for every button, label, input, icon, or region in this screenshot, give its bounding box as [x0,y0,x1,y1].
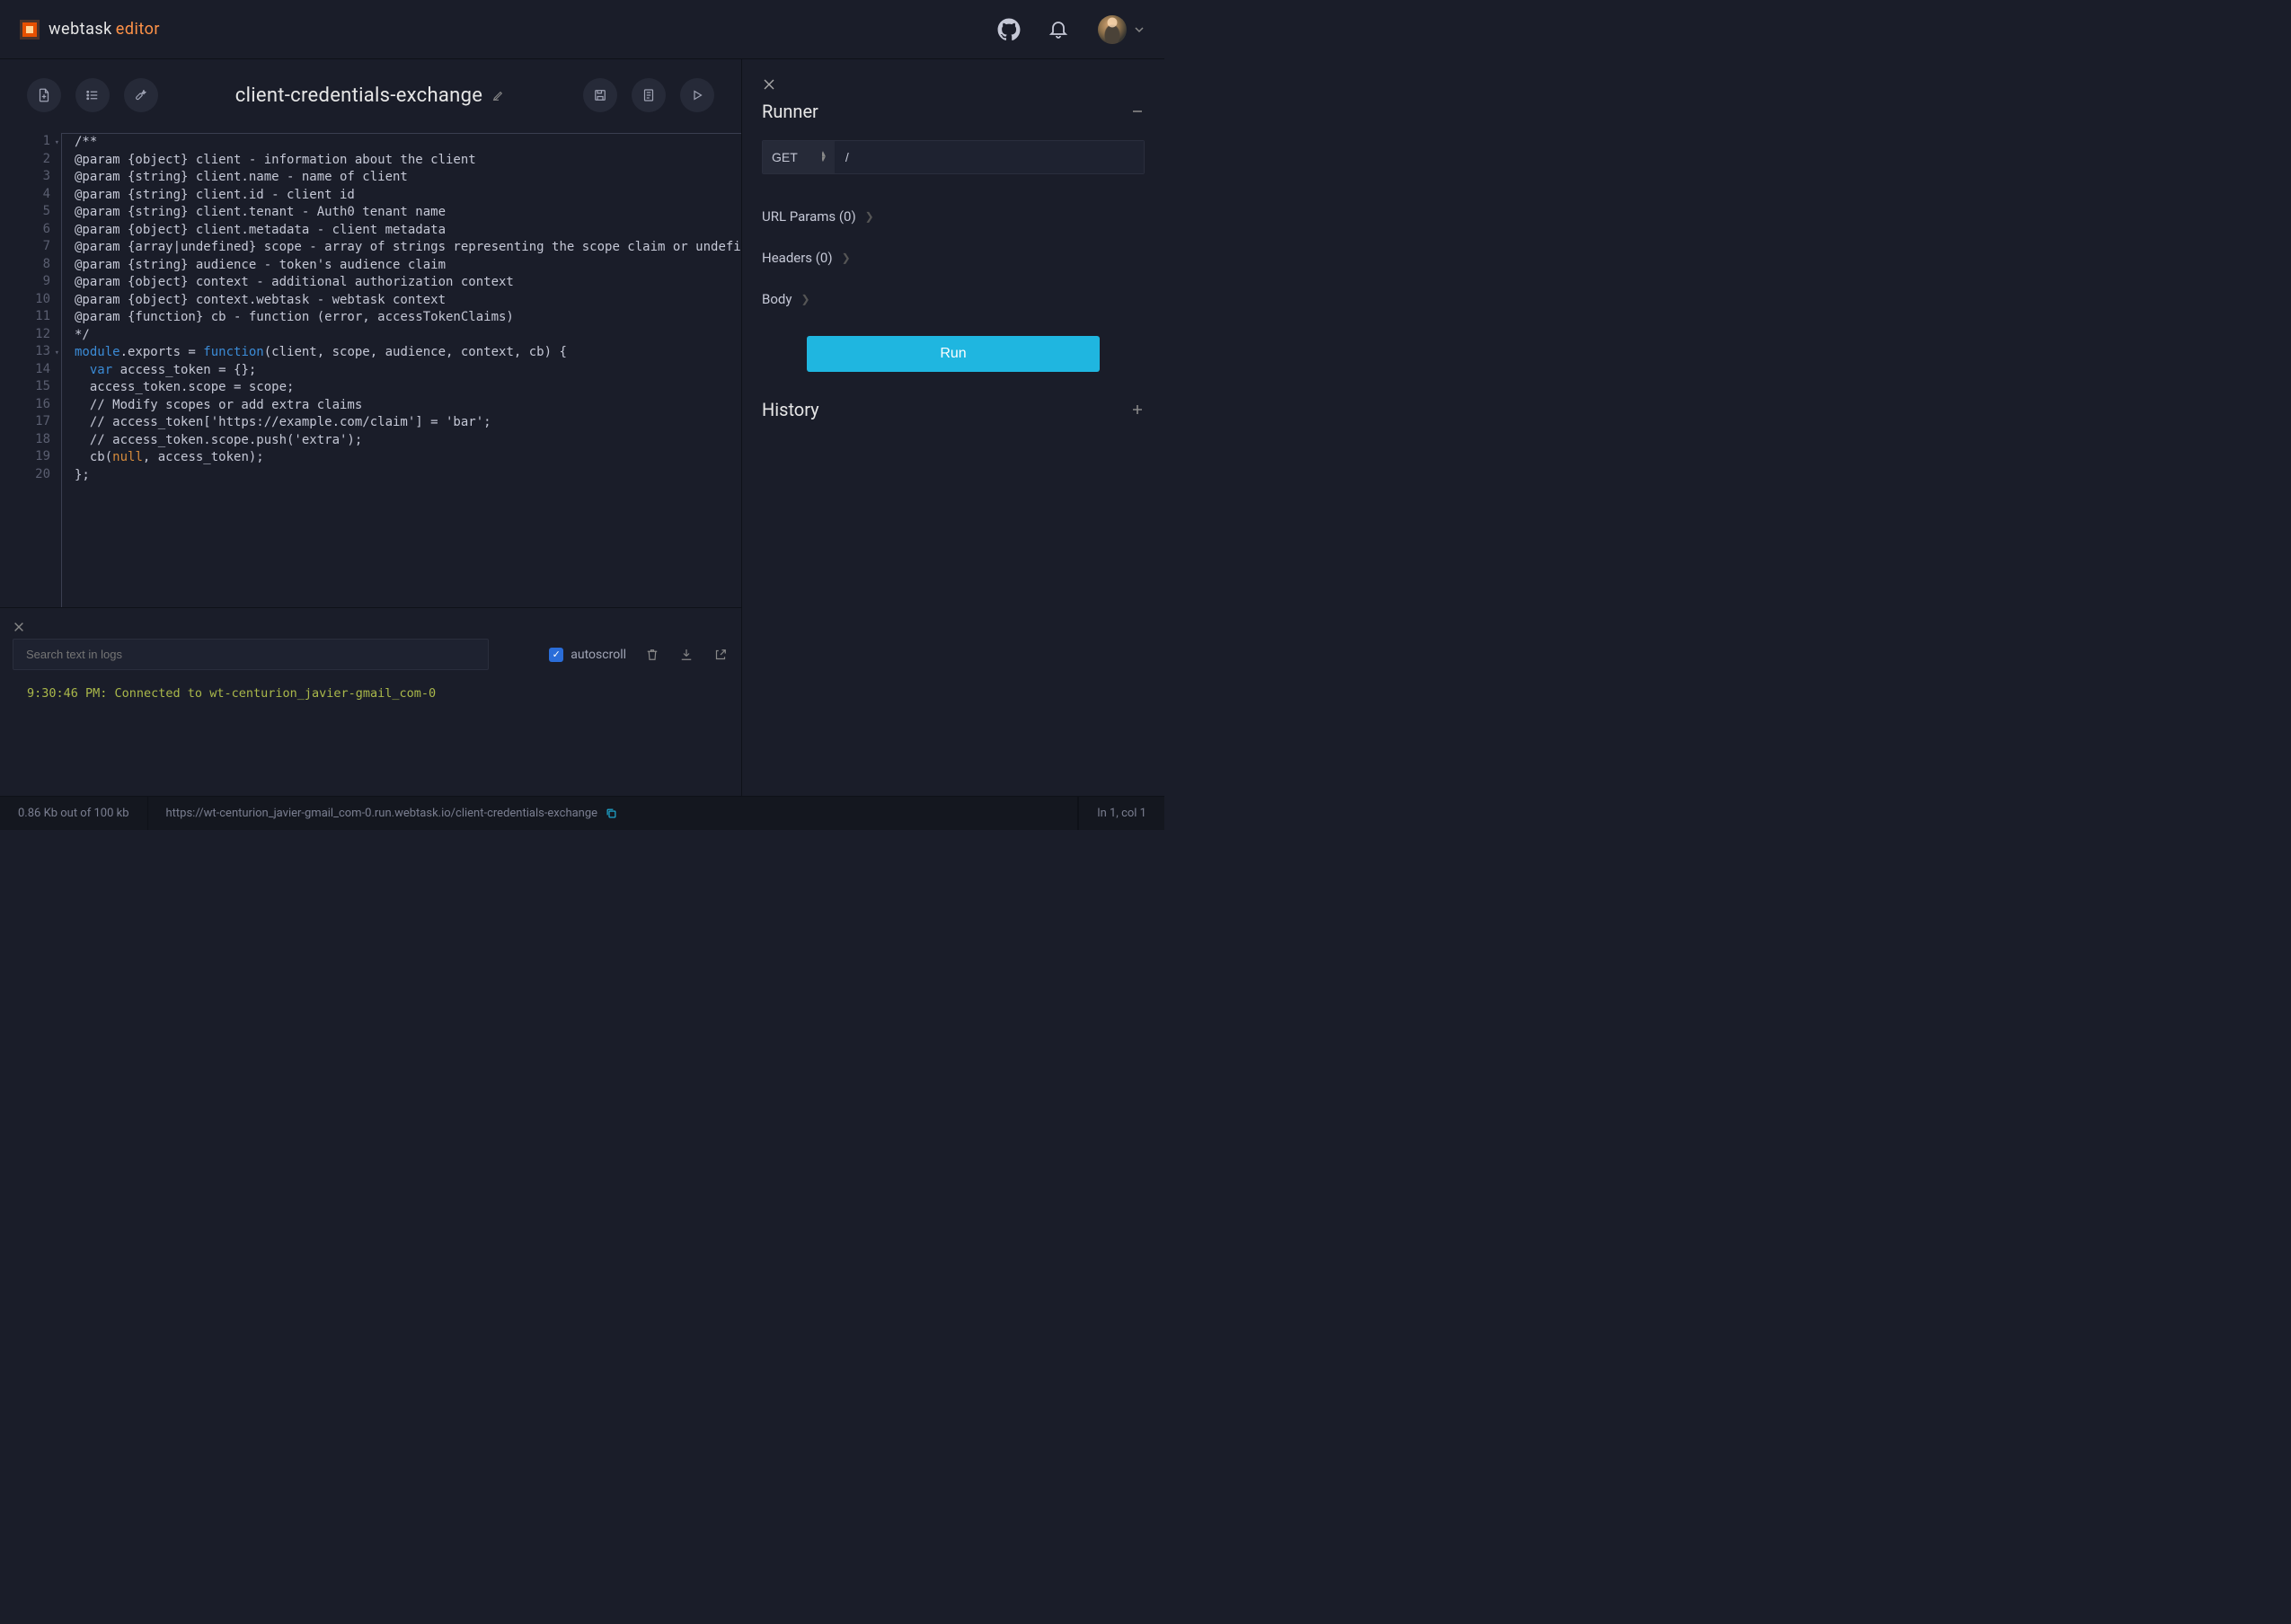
editor-pane: client-credentials-exchange 1▾2345678910… [0,59,742,796]
url-input[interactable] [835,141,1144,173]
external-link-icon[interactable] [712,647,729,663]
runner-panel: Runner GET ▲▼ URL Params (0) ❯ Headers (… [742,59,1164,796]
status-size: 0.86 Kb out of 100 kb [0,797,148,830]
brand-editor: editor [116,20,160,39]
new-file-button[interactable] [27,78,61,112]
run-request-button[interactable]: Run [807,336,1100,372]
close-icon[interactable] [13,621,729,633]
status-cursor: ln 1, col 1 [1078,797,1164,830]
pencil-icon[interactable] [491,88,506,102]
chevron-right-icon: ❯ [801,293,809,305]
download-icon[interactable] [678,647,694,663]
brand-webtask: webtask [49,20,112,39]
user-menu[interactable] [1098,15,1145,44]
status-bar: 0.86 Kb out of 100 kb https://wt-centuri… [0,796,1164,830]
file-title: client-credentials-exchange [235,84,483,107]
url-params-section[interactable]: URL Params (0) ❯ [762,196,1145,237]
code-editor[interactable]: 1▾2345678910111213▾14151617181920 /**@pa… [0,131,741,607]
chevron-down-icon [1134,24,1145,35]
status-url-text: https://wt-centurion_javier-gmail_com-0.… [166,807,598,820]
body-section[interactable]: Body ❯ [762,278,1145,320]
checkbox-checked-icon: ✓ [549,648,563,662]
docs-button[interactable] [632,78,666,112]
history-title: History [762,399,819,420]
list-button[interactable] [75,78,110,112]
headers-section[interactable]: Headers (0) ❯ [762,237,1145,278]
log-search-input[interactable] [13,639,489,670]
status-size-text: 0.86 Kb out of 100 kb [18,807,129,820]
editor-toolbar: client-credentials-exchange [0,59,741,131]
http-method-select[interactable]: GET [763,141,822,173]
log-entry: 9:30:46 PM: Connected to wt-centurion_ja… [13,686,729,701]
plus-icon[interactable] [1130,402,1145,417]
chevron-right-icon: ❯ [842,252,851,264]
brand-text: webtaskeditor [49,20,160,39]
code-content[interactable]: /**@param {object} client - information … [61,133,741,607]
run-button[interactable] [680,78,714,112]
body-label: Body [762,291,792,307]
status-url: https://wt-centurion_javier-gmail_com-0.… [148,797,1079,830]
headers-label: Headers (0) [762,250,833,266]
chevron-right-icon: ❯ [865,210,874,223]
line-gutter: 1▾2345678910111213▾14151617181920 [0,133,61,607]
autoscroll-toggle[interactable]: ✓ autoscroll [549,648,626,662]
avatar [1098,15,1127,44]
brand-logo[interactable]: webtaskeditor [20,20,160,40]
github-icon[interactable] [997,18,1021,41]
url-params-label: URL Params (0) [762,208,856,225]
close-icon[interactable] [762,77,1145,92]
main-area: client-credentials-exchange 1▾2345678910… [0,59,1164,796]
runner-title: Runner [762,101,818,122]
bell-icon[interactable] [1048,18,1071,41]
trash-icon[interactable] [644,647,660,663]
copy-icon[interactable] [605,807,618,820]
save-button[interactable] [583,78,617,112]
logs-panel: ✓ autoscroll 9:30:46 PM: Connected to wt… [0,607,741,796]
app-header: webtaskeditor [0,0,1164,59]
status-cursor-text: ln 1, col 1 [1097,807,1146,820]
autoscroll-label: autoscroll [571,648,626,662]
request-url-row: GET ▲▼ [762,140,1145,174]
minus-icon[interactable] [1130,104,1145,119]
settings-button[interactable] [124,78,158,112]
logo-icon [20,20,40,40]
